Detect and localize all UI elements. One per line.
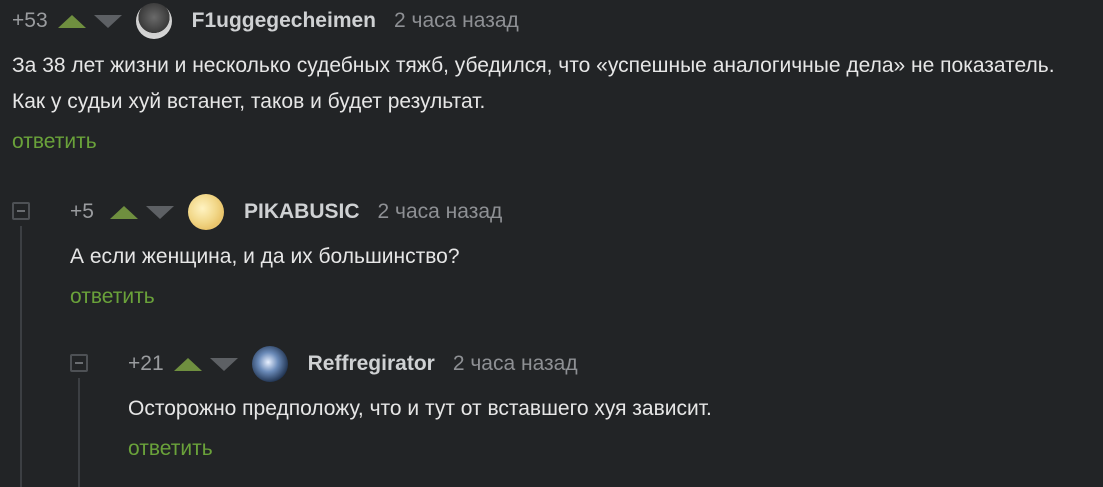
comment-time[interactable]: 2 часа назад [378, 200, 503, 224]
comment-header: +53 F1uggegecheimen 2 часа назад [12, 2, 1092, 40]
comment-author[interactable]: F1uggegecheimen [192, 9, 376, 33]
downvote-icon[interactable] [93, 14, 122, 28]
comment-rating: +5 [70, 200, 94, 223]
comment-rating: +21 [128, 352, 164, 375]
comment-text: Осторожно предположу, что и тут от встав… [128, 397, 712, 420]
comment-text: За 38 лет жизни и несколько судебных тяж… [12, 54, 1055, 113]
upvote-icon[interactable] [110, 205, 138, 219]
downvote-icon[interactable] [209, 357, 238, 371]
downvote-icon[interactable] [146, 205, 174, 219]
avatar[interactable] [251, 346, 288, 382]
comment-text: А если женщина, и да их большинство? [70, 245, 460, 268]
comment-author[interactable]: PIKABUSIC [244, 200, 360, 224]
comment-header: +5 PIKABUSIC 2 часа назад [70, 193, 1090, 231]
collapse-branch-icon[interactable] [12, 202, 30, 220]
branch-line[interactable] [20, 226, 22, 487]
comment-header: +21 Reffregirator 2 часа назад [128, 345, 1088, 383]
comment-1: +53 F1uggegecheimen 2 часа назад За 38 л… [12, 2, 1092, 154]
branch-line[interactable] [78, 378, 80, 487]
comment-time[interactable]: 2 часа назад [394, 9, 519, 33]
comment-time[interactable]: 2 часа назад [453, 352, 578, 376]
reply-link[interactable]: ответить [70, 285, 155, 309]
upvote-icon[interactable] [57, 14, 86, 28]
comment-author[interactable]: Reffregirator [308, 352, 435, 376]
avatar[interactable] [135, 3, 172, 39]
reply-link[interactable]: ответить [12, 130, 97, 154]
comment-2: +5 PIKABUSIC 2 часа назад А если женщина… [70, 193, 1090, 309]
collapse-branch-icon[interactable] [70, 354, 88, 372]
comment-3: +21 Reffregirator 2 часа назад Осторожно… [128, 345, 1088, 461]
reply-link[interactable]: ответить [128, 437, 213, 461]
comments-thread: +53 F1uggegecheimen 2 часа назад За 38 л… [0, 0, 1103, 487]
upvote-icon[interactable] [173, 357, 202, 371]
avatar[interactable] [188, 194, 224, 230]
comment-rating: +53 [12, 9, 48, 32]
